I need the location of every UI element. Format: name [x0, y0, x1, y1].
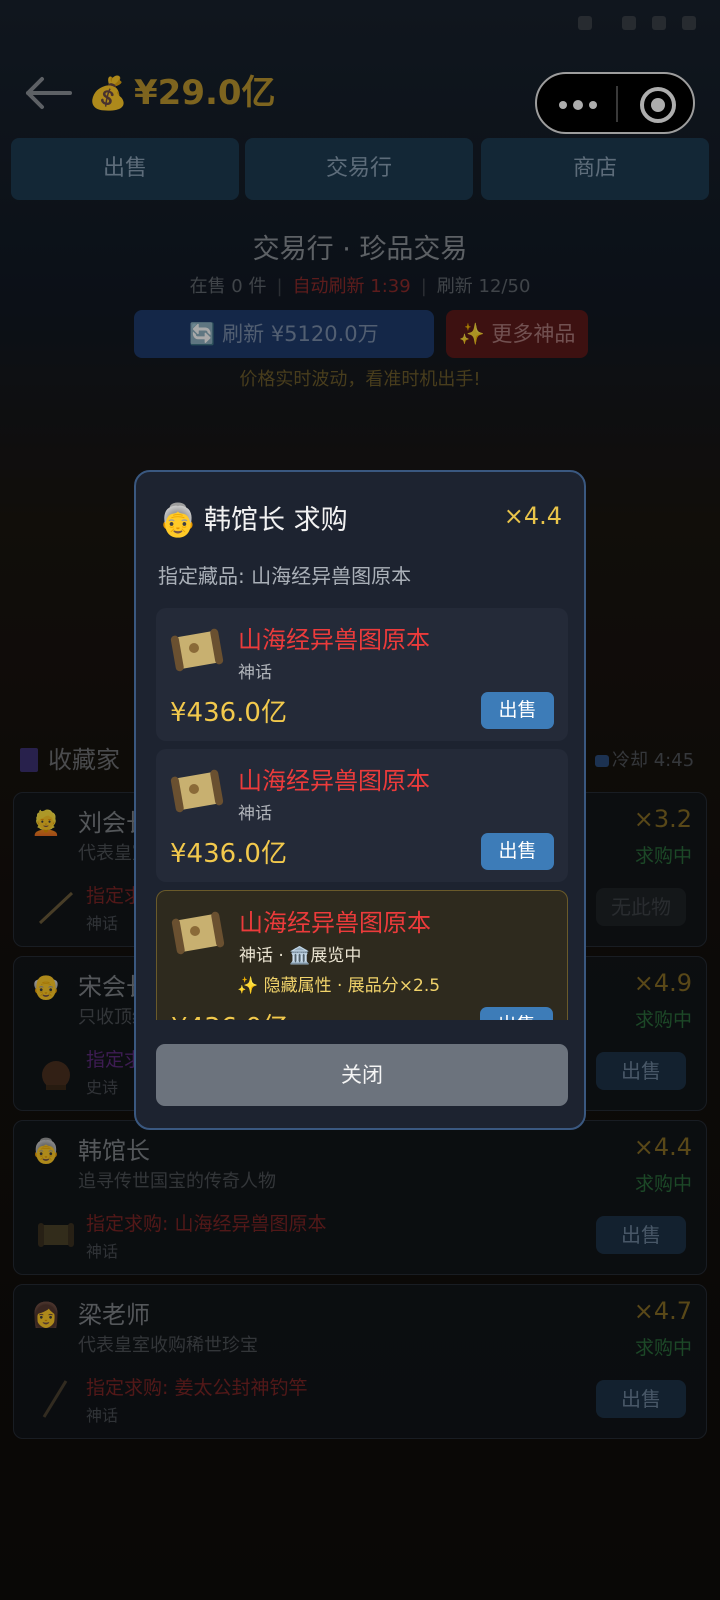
price-multiplier: ×4.4 — [503, 502, 562, 530]
item-rarity: 神话 · 🏛️展览中 — [239, 946, 362, 966]
item-name: 山海经异兽图原本 — [238, 626, 430, 654]
offer-price: ¥436.0亿 — [170, 698, 287, 728]
sell-button[interactable]: 出售 — [481, 833, 554, 870]
offer-price: ¥436.0亿 — [171, 1007, 288, 1020]
offer-item: 山海经异兽图原本 神话 ¥436.0亿 出售 — [156, 749, 568, 882]
avatar: 👵 — [158, 501, 198, 539]
item-rarity: 神话 — [238, 663, 272, 683]
offer-item: 山海经异兽图原本 神话 ¥436.0亿 出售 — [156, 608, 568, 741]
offer-item-exhibited: 山海经异兽图原本 神话 · 🏛️展览中 ✨ 隐藏属性 · 展品分×2.5 ¥43… — [156, 890, 568, 1020]
scroll-icon — [170, 767, 224, 815]
item-name: 山海经异兽图原本 — [239, 909, 431, 937]
sell-button[interactable]: 出售 — [480, 1007, 553, 1020]
item-name: 山海经异兽图原本 — [238, 767, 430, 795]
offer-list[interactable]: 山海经异兽图原本 神话 ¥436.0亿 出售 山海经异兽图原本 神话 ¥436.… — [156, 608, 568, 1020]
item-rarity: 神话 — [238, 804, 272, 824]
offer-price: ¥436.0亿 — [170, 839, 287, 869]
modal-title: 韩馆长 求购 — [204, 505, 348, 536]
scroll-icon — [170, 626, 224, 674]
hidden-attribute: ✨ 隐藏属性 · 展品分×2.5 — [237, 976, 441, 996]
requested-item-label: 指定藏品: 山海经异兽图原本 — [158, 564, 412, 588]
scroll-icon — [171, 909, 225, 957]
purchase-request-modal: 👵 韩馆长 求购 ×4.4 指定藏品: 山海经异兽图原本 山海经异兽图原本 神话… — [134, 470, 586, 1130]
sell-button[interactable]: 出售 — [481, 692, 554, 729]
close-button[interactable]: 关闭 — [156, 1044, 568, 1106]
